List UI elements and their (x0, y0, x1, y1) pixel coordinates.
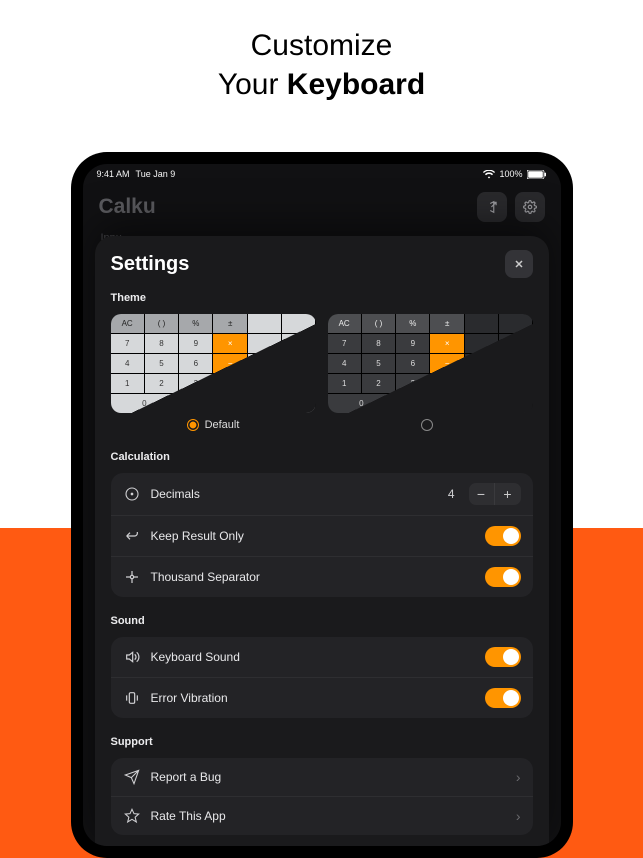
section-theme-label: Theme (111, 292, 533, 304)
row-error-vibration[interactable]: Error Vibration (111, 678, 533, 718)
close-button[interactable] (505, 250, 533, 278)
section-support-label: Support (111, 736, 533, 748)
device-screen: 9:41 AM Tue Jan 9 100% Calku (83, 164, 561, 846)
group-support: Report a Bug › Rate This App › (111, 758, 533, 835)
row-keep-result[interactable]: Keep Result Only (111, 516, 533, 557)
app-header: Calku (83, 184, 561, 222)
hero-line2: Your Keyboard (0, 65, 643, 104)
speaker-icon (123, 648, 141, 666)
return-icon (123, 527, 141, 545)
decimals-stepper[interactable]: − + (469, 483, 521, 505)
row-thousand-separator[interactable]: Thousand Separator (111, 557, 533, 597)
group-sound: Keyboard Sound Error Vibration (111, 637, 533, 718)
device-frame: 9:41 AM Tue Jan 9 100% Calku (71, 152, 573, 858)
settings-modal: Settings Theme AC( )%± 789× 456−= 123+ 0… (95, 236, 549, 846)
row-keyboard-sound[interactable]: Keyboard Sound (111, 637, 533, 678)
share-button[interactable] (477, 192, 507, 222)
toggle-keep-result[interactable] (485, 526, 521, 546)
radio-unselected-icon (421, 419, 433, 431)
theme-option-default[interactable]: AC( )%± 789× 456−= 123+ 0.⌫ (111, 314, 316, 413)
wifi-icon (483, 170, 495, 179)
theme-radio-default[interactable]: Default (111, 419, 316, 431)
paper-plane-icon (123, 768, 141, 786)
theme-options: AC( )%± 789× 456−= 123+ 0.⌫ AC( )%± 789×… (111, 314, 533, 413)
settings-button[interactable] (515, 192, 545, 222)
row-report-bug[interactable]: Report a Bug › (111, 758, 533, 797)
hero-line1: Customize (0, 26, 643, 65)
decimals-icon (123, 485, 141, 503)
section-calculation-label: Calculation (111, 451, 533, 463)
status-date: Tue Jan 9 (136, 169, 176, 179)
battery-icon (527, 170, 547, 179)
app-title: Calku (99, 195, 156, 219)
section-sound-label: Sound (111, 615, 533, 627)
toggle-thousand-separator[interactable] (485, 567, 521, 587)
settings-title: Settings (111, 253, 190, 276)
row-rate-app[interactable]: Rate This App › (111, 797, 533, 835)
toggle-keyboard-sound[interactable] (485, 647, 521, 667)
chevron-right-icon: › (516, 769, 521, 785)
status-bar: 9:41 AM Tue Jan 9 100% (83, 164, 561, 184)
decimals-value: 4 (448, 487, 455, 501)
row-decimals: Decimals 4 − + (111, 473, 533, 516)
theme-option-dark[interactable]: AC( )%± 789× 456−= 123+ 0.⌫ (328, 314, 533, 413)
hero-heading: Customize Your Keyboard (0, 0, 643, 122)
stepper-minus[interactable]: − (469, 483, 495, 505)
theme-radio-alt[interactable] (328, 419, 533, 431)
radio-selected-icon (187, 419, 199, 431)
vibration-icon (123, 689, 141, 707)
status-time: 9:41 AM (97, 169, 130, 179)
star-icon (123, 807, 141, 825)
status-battery-pct: 100% (499, 169, 522, 179)
toggle-error-vibration[interactable] (485, 688, 521, 708)
stepper-plus[interactable]: + (495, 483, 521, 505)
separator-icon (123, 568, 141, 586)
chevron-right-icon: › (516, 808, 521, 824)
group-calculation: Decimals 4 − + Keep Result Only (111, 473, 533, 597)
